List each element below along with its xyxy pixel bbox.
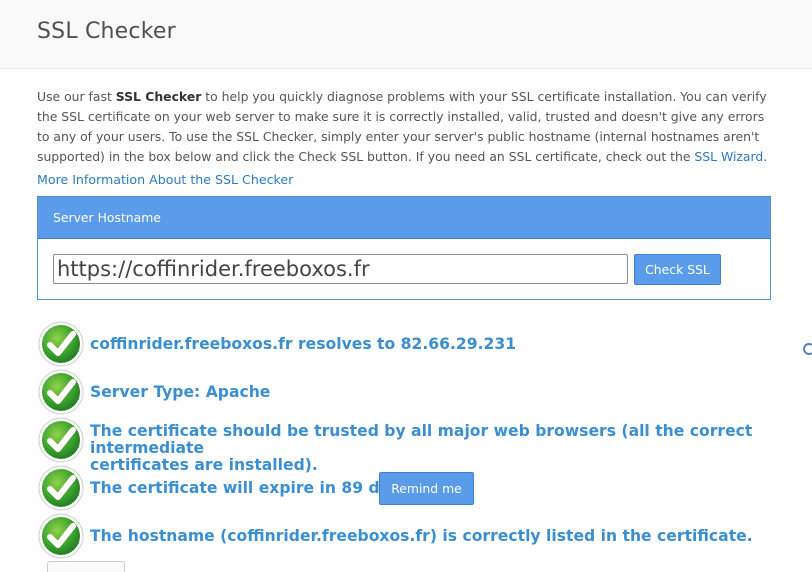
intro-text-3: .	[763, 149, 768, 164]
partial-icon	[803, 343, 812, 355]
panel-title: Server Hostname	[38, 197, 770, 239]
check-ssl-button[interactable]: Check SSL	[634, 254, 721, 285]
result-text: The hostname (coffinrider.freeboxos.fr) …	[90, 527, 753, 545]
hostname-panel: Server Hostname Check SSL	[37, 196, 771, 300]
page-header: SSL Checker	[0, 0, 812, 69]
more-info-link[interactable]: More Information About the SSL Checker	[37, 172, 293, 187]
green-check-icon	[37, 512, 85, 560]
result-text: The certificate will expire in 89 days.	[90, 479, 416, 497]
result-item: coffinrider.freeboxos.fr resolves to 82.…	[37, 320, 787, 368]
result-text-line: The certificate should be trusted by all…	[90, 422, 753, 457]
ssl-wizard-link[interactable]: SSL Wizard	[694, 149, 763, 164]
result-item: Server Type: Apache	[37, 368, 787, 416]
result-item: The certificate should be trusted by all…	[37, 416, 787, 474]
result-text: Server Type: Apache	[90, 383, 271, 401]
remind-me-button[interactable]: Remind me	[379, 472, 474, 505]
result-item: The certificate will expire in 89 days. …	[37, 464, 787, 512]
green-check-icon	[37, 464, 85, 512]
hostname-input[interactable]	[53, 254, 628, 284]
green-check-icon	[37, 416, 85, 464]
page-title: SSL Checker	[37, 19, 176, 44]
intro-paragraph: Use our fast SSL Checker to help you qui…	[37, 87, 772, 167]
result-item: The hostname (coffinrider.freeboxos.fr) …	[37, 512, 787, 560]
intro-bold: SSL Checker	[115, 89, 202, 104]
green-check-icon	[37, 368, 85, 416]
result-text: coffinrider.freeboxos.fr resolves to 82.…	[90, 335, 517, 353]
green-check-icon	[37, 320, 85, 368]
intro-text-1: Use our fast	[37, 89, 116, 104]
